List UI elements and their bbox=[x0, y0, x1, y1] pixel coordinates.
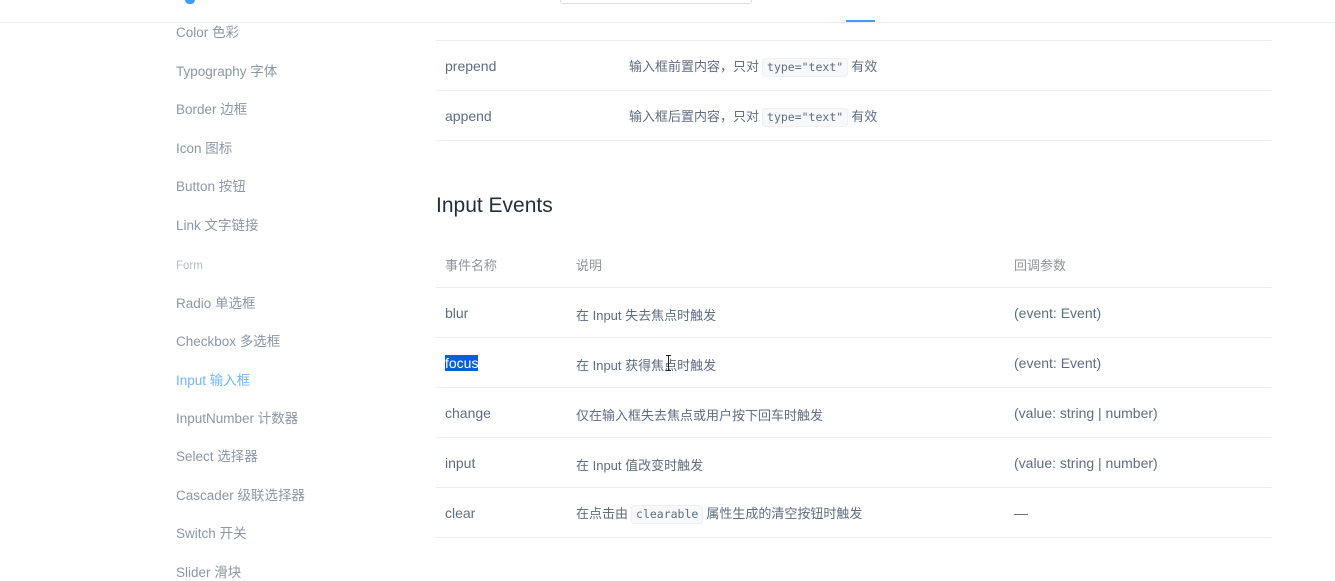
sidebar-item-typography[interactable]: Typography 字体 bbox=[176, 60, 277, 80]
sidebar-item-icon[interactable]: Icon 图标 bbox=[176, 137, 232, 157]
table-divider bbox=[436, 140, 1272, 141]
sidebar-item-inputnumber[interactable]: InputNumber 计数器 bbox=[176, 407, 298, 427]
sidebar-item-checkbox[interactable]: Checkbox 多选框 bbox=[176, 330, 280, 350]
sidebar-item-color[interactable]: Color 色彩 bbox=[176, 21, 239, 41]
table-divider bbox=[436, 537, 1272, 538]
attr-desc-text: 有效 bbox=[851, 59, 878, 74]
event-desc-text: 在点击由 bbox=[576, 506, 629, 521]
sidebar-item-cascader[interactable]: Cascader 级联选择器 bbox=[176, 484, 305, 504]
event-name: input bbox=[445, 455, 476, 471]
sidebar-item-button[interactable]: Button 按钮 bbox=[176, 175, 246, 195]
event-params: — bbox=[1014, 505, 1028, 521]
attr-name: append bbox=[445, 108, 492, 124]
event-description: 在 Input 失去焦点时触发 bbox=[576, 308, 717, 323]
sidebar-item-input[interactable]: Input 输入框 bbox=[176, 369, 250, 389]
event-name: blur bbox=[445, 305, 469, 321]
event-name: clear bbox=[445, 505, 476, 521]
sidebar-item-slider[interactable]: Slider 滑块 bbox=[176, 561, 241, 581]
table-divider bbox=[436, 90, 1272, 91]
attr-description: 输入框后置内容，只对 type="text" 有效 bbox=[629, 106, 877, 127]
table-divider bbox=[436, 337, 1272, 338]
event-description: 在 Input 获得焦点时触发 bbox=[576, 358, 717, 373]
table-divider bbox=[436, 287, 1272, 288]
table-divider bbox=[436, 437, 1272, 438]
table-divider bbox=[436, 387, 1272, 388]
event-params: (value: string | number) bbox=[1014, 455, 1158, 471]
event-description: 在 Input 值改变时触发 bbox=[576, 458, 704, 473]
nav-active-indicator bbox=[846, 20, 875, 22]
event-params: (value: string | number) bbox=[1014, 405, 1158, 421]
event-name: change bbox=[445, 405, 491, 421]
event-desc-text: 属性生成的清空按钮时触发 bbox=[706, 506, 863, 521]
event-params: (event: Event) bbox=[1014, 305, 1102, 321]
section-title: Input Events bbox=[436, 194, 553, 217]
sidebar-item-link[interactable]: Link 文字链接 bbox=[176, 214, 259, 234]
table-divider bbox=[436, 40, 1272, 41]
table-divider bbox=[436, 487, 1272, 488]
attr-desc-text: 有效 bbox=[851, 109, 878, 124]
attr-description: 输入框前置内容，只对 type="text" 有效 bbox=[629, 56, 877, 77]
event-description: 在点击由 clearable 属性生成的清空按钮时触发 bbox=[576, 503, 862, 524]
header-event-name: 事件名称 bbox=[445, 258, 498, 273]
header-callback-params: 回调参数 bbox=[1014, 258, 1067, 273]
sidebar-item-select[interactable]: Select 选择器 bbox=[176, 445, 258, 465]
event-description: 仅在输入框失去焦点或用户按下回车时触发 bbox=[576, 408, 824, 423]
text-cursor-icon bbox=[666, 355, 671, 371]
inline-code: clearable bbox=[631, 505, 704, 524]
event-params: (event: Event) bbox=[1014, 355, 1102, 371]
sidebar-nav: Color 色彩 Typography 字体 Border 边框 Icon 图标… bbox=[0, 0, 400, 580]
inline-code: type="text" bbox=[762, 58, 849, 77]
search-input[interactable] bbox=[560, 0, 752, 4]
event-name-selected[interactable]: focus bbox=[445, 355, 479, 371]
sidebar-item-border[interactable]: Border 边框 bbox=[176, 98, 247, 118]
sidebar-group-form: Form bbox=[176, 260, 203, 272]
sidebar-item-radio[interactable]: Radio 单选框 bbox=[176, 292, 256, 312]
header-description: 说明 bbox=[576, 258, 603, 273]
attr-name: prepend bbox=[445, 58, 497, 74]
attr-desc-text: 输入框前置内容，只对 bbox=[629, 59, 760, 74]
inline-code: type="text" bbox=[762, 108, 849, 127]
sidebar-item-switch[interactable]: Switch 开关 bbox=[176, 522, 247, 542]
attr-desc-text: 输入框后置内容，只对 bbox=[629, 109, 760, 124]
